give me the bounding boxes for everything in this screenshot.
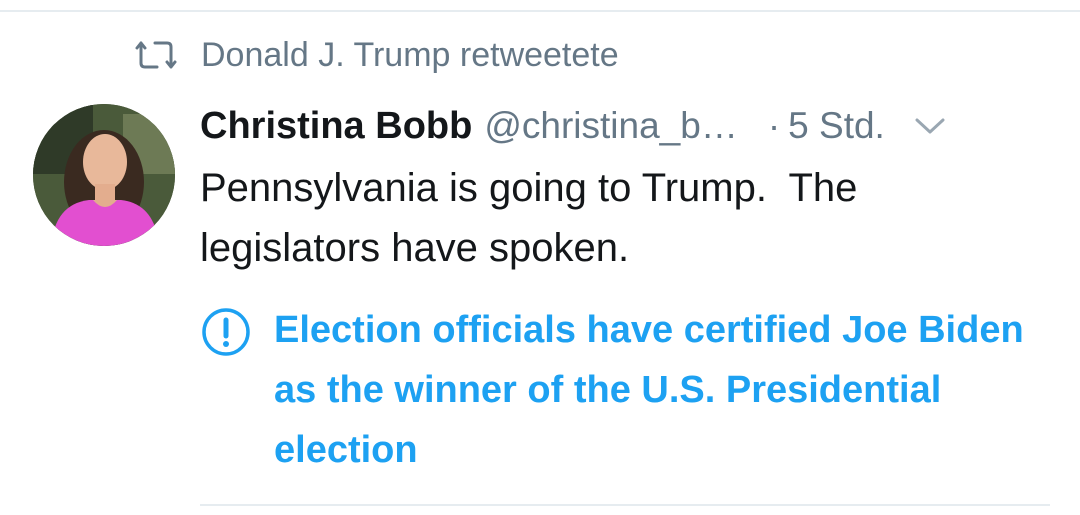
info-icon — [202, 308, 250, 356]
tweet-text: Pennsylvania is going to Trump. The legi… — [200, 166, 869, 270]
notice-text: Election officials have certified Joe Bi… — [274, 309, 1024, 471]
separator-dot: · — [767, 105, 781, 146]
avatar-image — [33, 104, 175, 246]
election-notice[interactable]: Election officials have certified Joe Bi… — [200, 300, 1060, 480]
display-name[interactable]: Christina Bobb — [200, 105, 472, 148]
retweet-context[interactable]: Donald J. Trump retweetete — [135, 30, 619, 80]
chevron-down-icon[interactable] — [913, 114, 947, 138]
timestamp[interactable]: 5 Std. — [788, 105, 885, 147]
bottom-divider — [200, 504, 1050, 506]
avatar[interactable] — [33, 104, 175, 246]
user-handle[interactable]: @christina_b… — [484, 105, 738, 147]
tweet-header: Christina Bobb @christina_b… · 5 Std. — [200, 98, 1060, 154]
retweet-label: Donald J. Trump retweetete — [201, 35, 619, 74]
top-divider — [0, 10, 1080, 12]
retweet-icon — [135, 41, 177, 69]
